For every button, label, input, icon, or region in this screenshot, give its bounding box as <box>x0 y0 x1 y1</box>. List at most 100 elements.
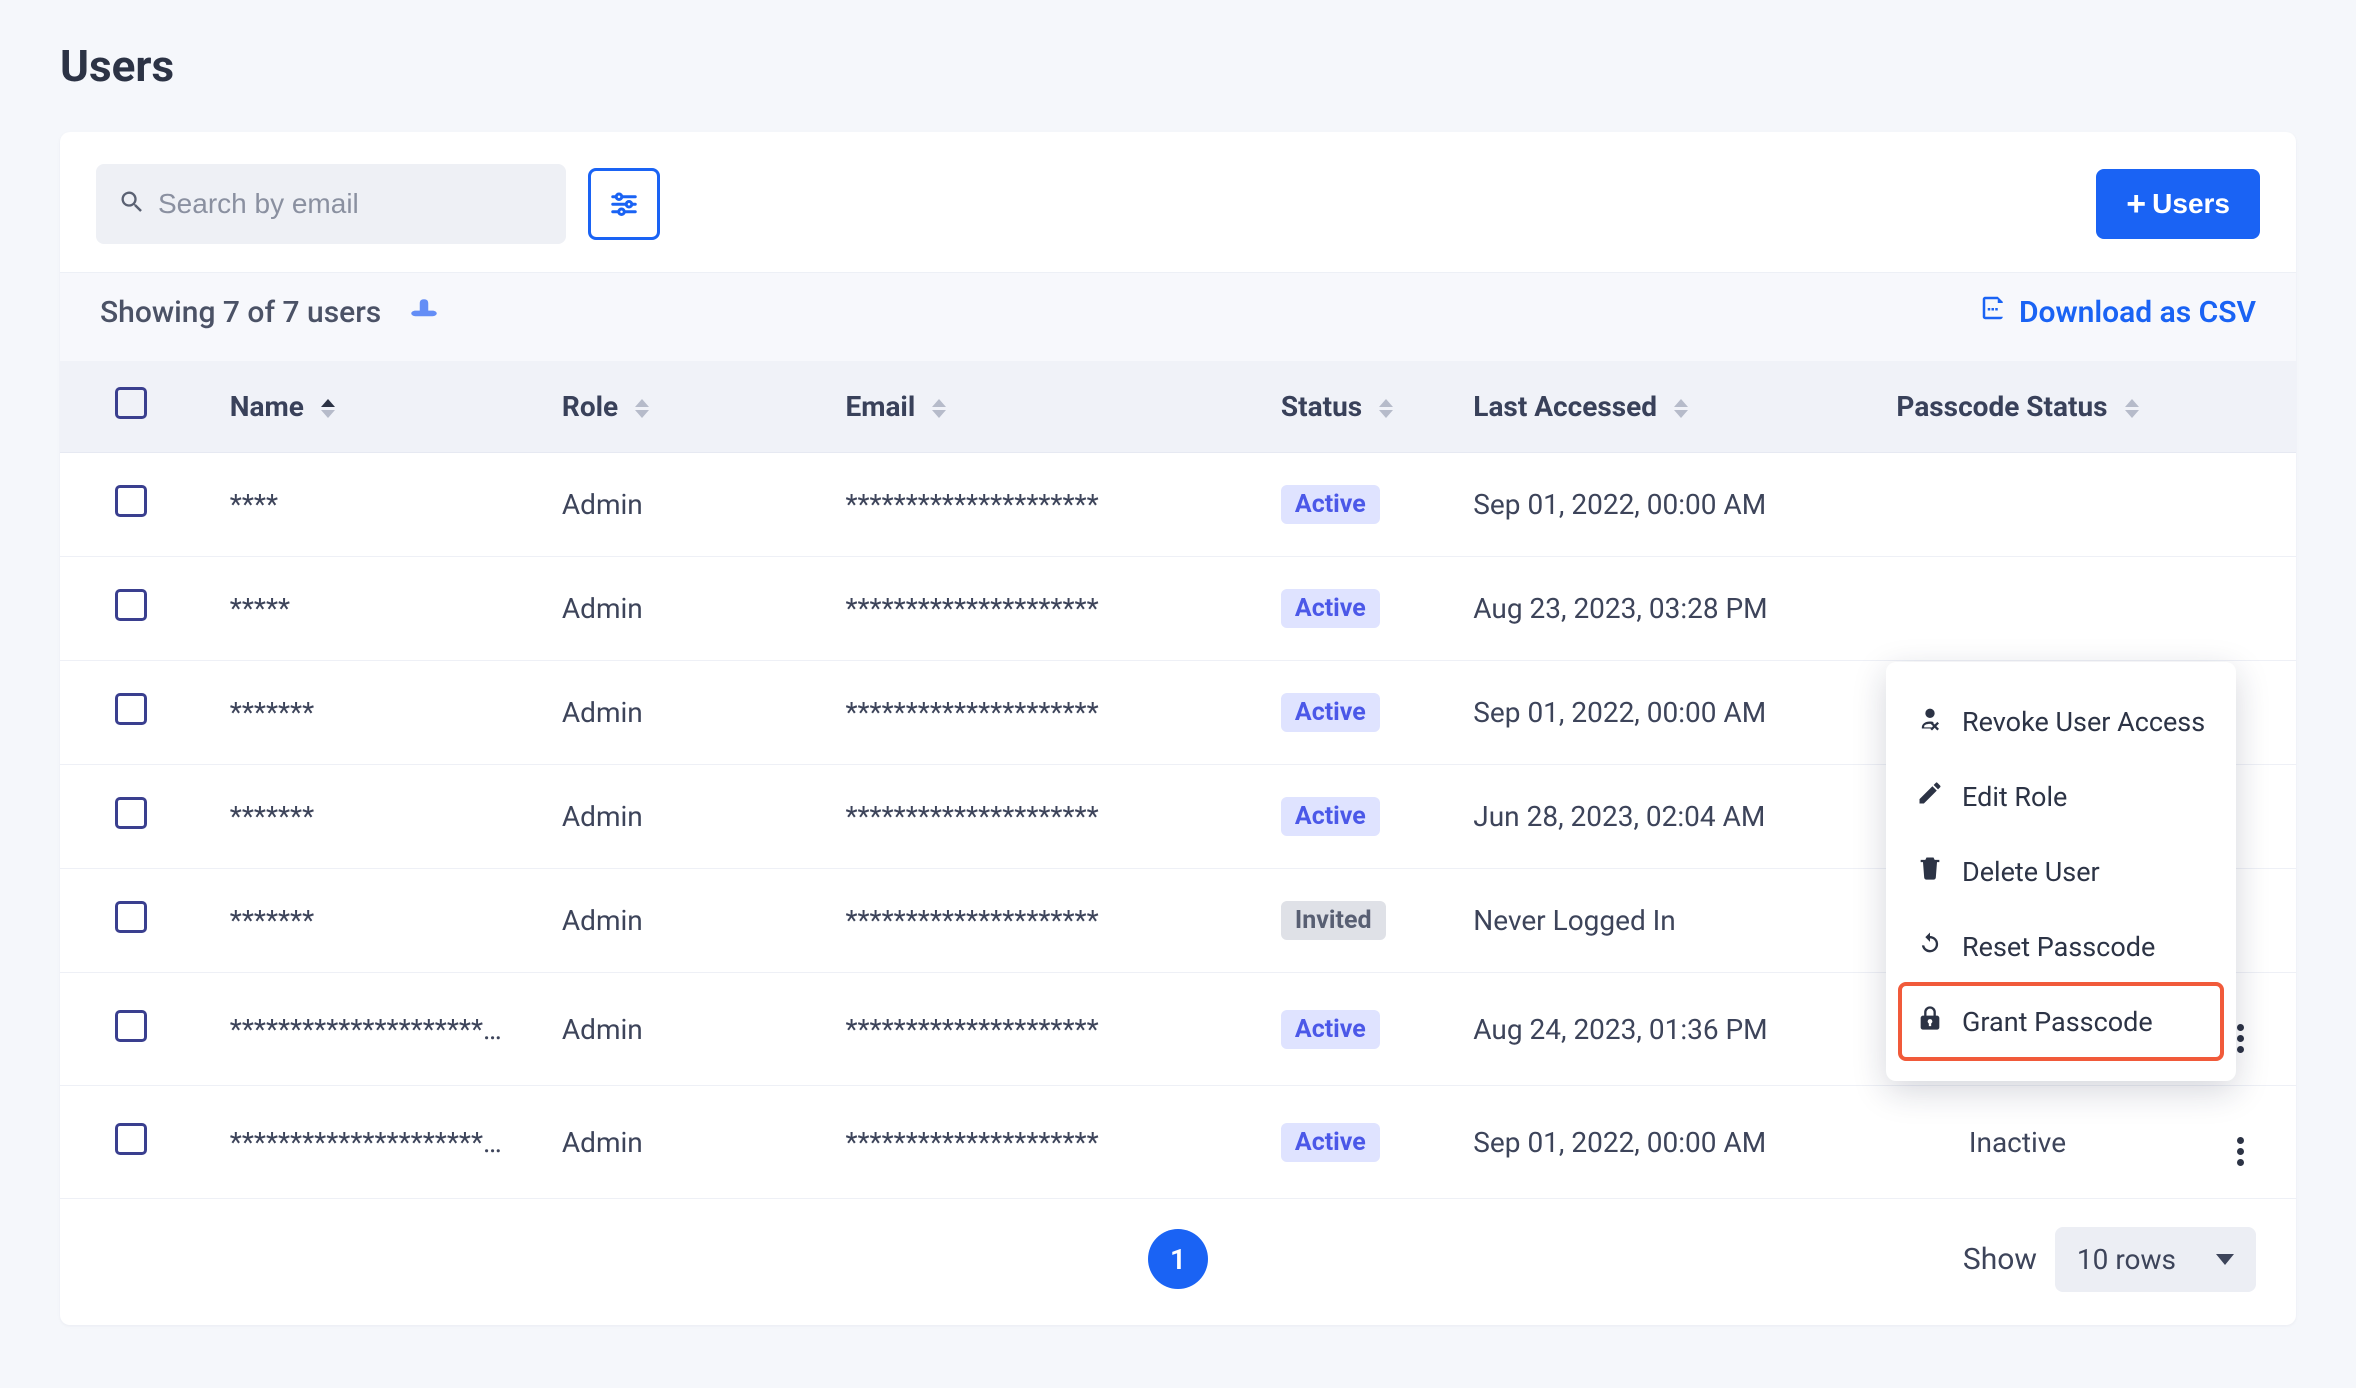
cell-email: ********************* <box>817 1086 1252 1199</box>
column-header-last-accessed[interactable]: Last Accessed <box>1445 361 1850 453</box>
lock-icon <box>1916 1004 1944 1039</box>
column-header-role[interactable]: Role <box>534 361 818 453</box>
plus-icon: + <box>2126 187 2146 221</box>
sort-icon <box>932 399 946 418</box>
cell-name: *********************… <box>202 1086 534 1199</box>
pencil-icon <box>1916 779 1944 814</box>
row-actions-button[interactable] <box>2237 1024 2244 1053</box>
hat-icon[interactable] <box>407 295 441 329</box>
chevron-down-icon <box>2216 1254 2234 1265</box>
sort-icon <box>1379 399 1393 418</box>
cell-last-accessed: Jun 28, 2023, 02:04 AM <box>1445 765 1850 869</box>
cell-status: Active <box>1253 973 1445 1086</box>
cell-last-accessed: Aug 24, 2023, 01:36 PM <box>1445 973 1850 1086</box>
table-row: ***** Admin ********************* Active… <box>60 557 2296 661</box>
row-checkbox[interactable] <box>115 901 147 933</box>
trash-icon <box>1916 854 1944 889</box>
users-panel: + Users Showing 7 of 7 users Download as… <box>60 132 2296 1325</box>
cell-name: ***** <box>202 557 534 661</box>
cell-email: ********************* <box>817 557 1252 661</box>
cell-passcode-status: Inactive <box>1850 1086 2184 1199</box>
status-badge: Active <box>1281 589 1380 628</box>
cell-email: ********************* <box>817 661 1252 765</box>
select-all-checkbox[interactable] <box>115 387 147 419</box>
search-input[interactable] <box>158 188 544 220</box>
results-bar: Showing 7 of 7 users Download as CSV <box>60 272 2296 361</box>
sort-icon <box>321 399 335 418</box>
download-csv-link[interactable]: Download as CSV <box>1979 293 2256 331</box>
menu-item-revoke-access[interactable]: Revoke User Access <box>1900 684 2222 759</box>
cell-role: Admin <box>534 765 818 869</box>
cell-role: Admin <box>534 869 818 973</box>
reset-icon <box>1916 929 1944 964</box>
status-badge: Active <box>1281 485 1380 524</box>
cell-email: ********************* <box>817 869 1252 973</box>
status-badge: Active <box>1281 1010 1380 1049</box>
cell-status: Active <box>1253 765 1445 869</box>
column-header-passcode-status[interactable]: Passcode Status <box>1850 361 2184 453</box>
table-row: *********************… Admin ***********… <box>60 1086 2296 1199</box>
search-box[interactable] <box>96 164 566 244</box>
cell-role: Admin <box>534 973 818 1086</box>
cell-last-accessed: Sep 01, 2022, 00:00 AM <box>1445 453 1850 557</box>
column-header-email[interactable]: Email <box>817 361 1252 453</box>
cell-status: Active <box>1253 661 1445 765</box>
status-badge: Invited <box>1281 901 1386 940</box>
rows-per-page-select[interactable]: 10 rows <box>2055 1227 2256 1292</box>
sliders-icon <box>609 188 639 221</box>
page-number-current[interactable]: 1 <box>1148 1229 1208 1289</box>
cell-name: **** <box>202 453 534 557</box>
menu-item-edit-role[interactable]: Edit Role <box>1900 759 2222 834</box>
sort-icon <box>2125 399 2139 418</box>
cell-role: Admin <box>534 661 818 765</box>
add-users-label: Users <box>2152 188 2230 220</box>
cell-role: Admin <box>534 557 818 661</box>
status-badge: Active <box>1281 1123 1380 1162</box>
row-checkbox[interactable] <box>115 1010 147 1042</box>
row-actions-button[interactable] <box>2237 1137 2244 1166</box>
cell-last-accessed: Aug 23, 2023, 03:28 PM <box>1445 557 1850 661</box>
cell-email: ********************* <box>817 765 1252 869</box>
cell-status: Active <box>1253 1086 1445 1199</box>
cell-status: Invited <box>1253 869 1445 973</box>
filter-button[interactable] <box>588 168 660 240</box>
cell-last-accessed: Sep 01, 2022, 00:00 AM <box>1445 1086 1850 1199</box>
table-row: **** Admin ********************* Active … <box>60 453 2296 557</box>
cell-email: ********************* <box>817 973 1252 1086</box>
status-badge: Active <box>1281 693 1380 732</box>
cell-status: Active <box>1253 453 1445 557</box>
cell-name: ******* <box>202 869 534 973</box>
cell-name: *********************… <box>202 973 534 1086</box>
menu-item-delete-user[interactable]: Delete User <box>1900 834 2222 909</box>
paginator: 1 Show 10 rows <box>60 1199 2296 1325</box>
cell-role: Admin <box>534 1086 818 1199</box>
rows-show-label: Show <box>1963 1242 2037 1277</box>
cell-role: Admin <box>534 453 818 557</box>
sort-icon <box>635 399 649 418</box>
cell-passcode-status <box>1850 453 2184 557</box>
row-checkbox[interactable] <box>115 485 147 517</box>
results-count-text: Showing 7 of 7 users <box>100 295 381 330</box>
search-icon <box>118 188 146 220</box>
download-csv-label: Download as CSV <box>2019 295 2256 330</box>
sort-icon <box>1674 399 1688 418</box>
page-title: Users <box>60 40 2296 92</box>
row-checkbox[interactable] <box>115 589 147 621</box>
cell-last-accessed: Sep 01, 2022, 00:00 AM <box>1445 661 1850 765</box>
column-header-status[interactable]: Status <box>1253 361 1445 453</box>
row-checkbox[interactable] <box>115 1123 147 1155</box>
cell-passcode-status <box>1850 557 2184 661</box>
row-checkbox[interactable] <box>115 797 147 829</box>
column-header-name[interactable]: Name <box>202 361 534 453</box>
cell-name: ******* <box>202 661 534 765</box>
csv-icon <box>1979 293 2009 331</box>
menu-item-reset-passcode[interactable]: Reset Passcode <box>1900 909 2222 984</box>
status-badge: Active <box>1281 797 1380 836</box>
cell-status: Active <box>1253 557 1445 661</box>
user-revoke-icon <box>1916 704 1944 739</box>
cell-last-accessed: Never Logged In <box>1445 869 1850 973</box>
add-users-button[interactable]: + Users <box>2096 169 2260 239</box>
row-checkbox[interactable] <box>115 693 147 725</box>
cell-email: ********************* <box>817 453 1252 557</box>
menu-item-grant-passcode[interactable]: Grant Passcode <box>1900 984 2222 1059</box>
